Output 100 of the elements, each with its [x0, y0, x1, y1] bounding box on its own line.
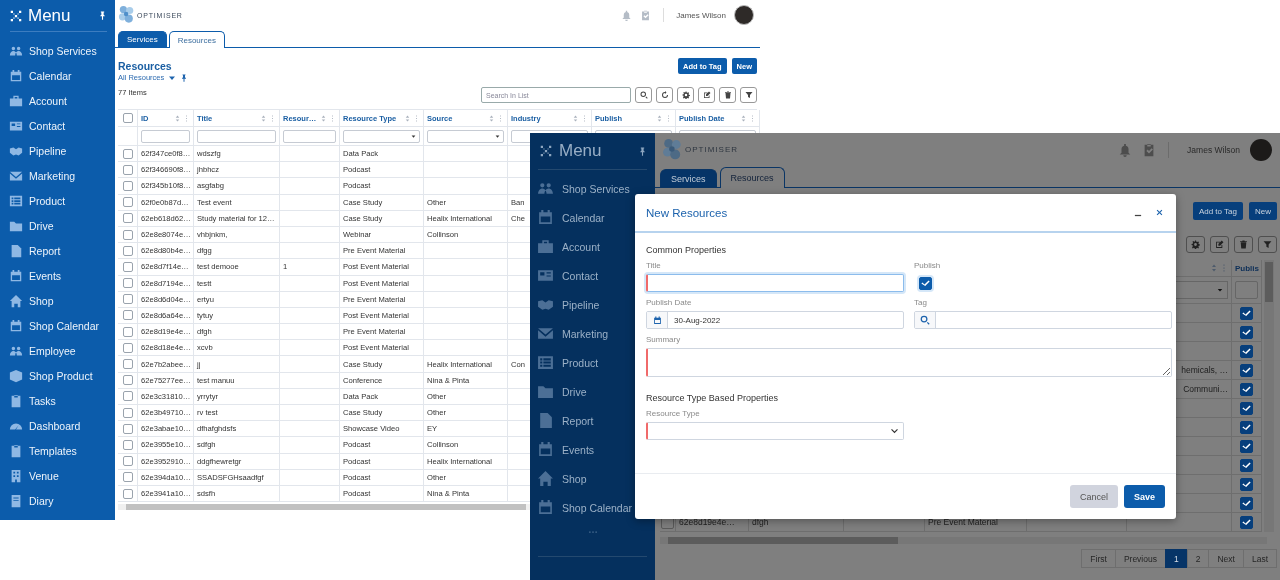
title-field[interactable]	[646, 274, 904, 292]
column-menu-icon[interactable]	[665, 114, 672, 122]
sidebar-item[interactable]: Marketing	[0, 163, 115, 188]
sidebar-item[interactable]: Calendar	[0, 63, 115, 88]
sort-icon[interactable]	[572, 114, 579, 122]
bell-icon[interactable]	[621, 9, 633, 21]
column-menu-icon[interactable]	[749, 114, 756, 122]
sidebar-item[interactable]: Shop Services	[0, 38, 115, 63]
pagination-button[interactable]: Previous	[1114, 549, 1166, 568]
new-button[interactable]: New	[1249, 202, 1277, 220]
pin-icon[interactable]	[98, 11, 107, 20]
row-checkbox[interactable]	[122, 326, 133, 337]
resource-type-dropdown[interactable]	[646, 422, 904, 440]
row-checkbox[interactable]	[122, 342, 133, 353]
edit-button[interactable]	[1210, 236, 1229, 253]
search-button[interactable]	[635, 87, 652, 103]
publish-checkbox[interactable]	[1240, 325, 1253, 339]
sort-icon[interactable]	[404, 114, 411, 122]
row-checkbox[interactable]	[122, 407, 133, 418]
sidebar-item[interactable]: Tasks	[0, 388, 115, 413]
publish-checkbox[interactable]	[919, 277, 932, 290]
pin-icon[interactable]	[638, 146, 647, 156]
sidebar-item[interactable]: Events	[0, 263, 115, 288]
pagination-button[interactable]: First	[1081, 549, 1116, 568]
row-checkbox[interactable]	[122, 423, 133, 434]
publish-checkbox[interactable]	[1240, 515, 1253, 529]
filter-field[interactable]	[1235, 281, 1258, 299]
publish-checkbox[interactable]	[1240, 344, 1253, 358]
sort-icon[interactable]	[740, 114, 747, 122]
sidebar-item[interactable]: Contact	[0, 113, 115, 138]
pagination-button[interactable]: Last	[1242, 549, 1277, 568]
row-checkbox[interactable]	[122, 164, 133, 175]
column-menu-icon[interactable]	[183, 114, 190, 122]
tab[interactable]: Services	[660, 169, 717, 187]
row-checkbox[interactable]	[122, 148, 133, 159]
clipboard-check-icon[interactable]	[640, 9, 652, 21]
column-menu-icon[interactable]	[329, 114, 336, 122]
sort-icon[interactable]	[656, 114, 663, 122]
sidebar-item[interactable]: Report	[0, 238, 115, 263]
sidebar-item[interactable]: Venue	[0, 463, 115, 488]
tag-search-field[interactable]	[914, 311, 1172, 329]
summary-field[interactable]	[646, 348, 1172, 377]
publish-checkbox[interactable]	[1240, 363, 1253, 377]
row-checkbox[interactable]	[122, 391, 133, 402]
column-menu-icon[interactable]	[269, 114, 276, 122]
column-menu-icon[interactable]	[413, 114, 420, 122]
publish-checkbox[interactable]	[1240, 401, 1253, 415]
filter-button[interactable]	[740, 87, 757, 103]
sort-icon[interactable]	[488, 114, 495, 122]
sidebar-item[interactable]: Pipeline	[0, 138, 115, 163]
sidebar-item[interactable]: Dashboard	[0, 413, 115, 438]
row-checkbox[interactable]	[122, 456, 133, 467]
row-checkbox[interactable]	[122, 261, 133, 272]
sidebar-item[interactable]: Shop	[530, 464, 655, 493]
tab[interactable]: Services	[118, 31, 167, 47]
cancel-button[interactable]: Cancel	[1069, 485, 1118, 508]
add-to-tag-button[interactable]: Add to Tag	[1192, 202, 1243, 220]
tab[interactable]: Resources	[168, 31, 225, 48]
row-checkbox[interactable]	[122, 439, 133, 450]
avatar[interactable]	[734, 5, 754, 25]
refresh-button[interactable]	[656, 87, 673, 103]
sidebar-item[interactable]: Product	[0, 188, 115, 213]
row-checkbox[interactable]	[122, 375, 133, 386]
column-header[interactable]: Publis	[1232, 260, 1262, 277]
sort-icon[interactable]	[260, 114, 267, 122]
sidebar-item[interactable]: Events	[530, 435, 655, 464]
sidebar-item[interactable]: Shop Calendar	[0, 313, 115, 338]
pagination-button[interactable]: Next	[1208, 549, 1244, 568]
sidebar-item[interactable]: Shop	[0, 288, 115, 313]
publish-checkbox[interactable]	[1240, 439, 1253, 453]
row-checkbox[interactable]	[122, 472, 133, 483]
sort-icon[interactable]	[1210, 264, 1218, 272]
sidebar-item[interactable]: Diary	[0, 488, 115, 513]
publish-checkbox[interactable]	[1240, 458, 1253, 472]
pagination-button[interactable]: 1	[1164, 549, 1188, 568]
select-all-checkbox[interactable]	[122, 113, 133, 123]
sidebar-item[interactable]: Shop Calendar	[530, 493, 655, 522]
sidebar-item[interactable]: Shop Product	[0, 363, 115, 388]
sidebar-item[interactable]: Templates	[0, 438, 115, 463]
horizontal-scrollbar[interactable]	[660, 537, 1267, 544]
publish-checkbox[interactable]	[1240, 306, 1253, 320]
column-menu-icon[interactable]	[497, 114, 504, 122]
sidebar-item[interactable]: Employee	[0, 338, 115, 363]
publish-checkbox[interactable]	[1240, 477, 1253, 491]
row-checkbox[interactable]	[122, 180, 133, 191]
filter-button[interactable]	[1258, 236, 1277, 253]
delete-button[interactable]	[1234, 236, 1253, 253]
sort-icon[interactable]	[174, 114, 181, 122]
tab[interactable]: Resources	[719, 167, 785, 188]
row-checkbox[interactable]	[122, 294, 133, 305]
row-checkbox[interactable]	[122, 245, 133, 256]
row-checkbox[interactable]	[122, 359, 133, 370]
save-button[interactable]: Save	[1123, 485, 1165, 508]
vertical-scrollbar[interactable]	[1264, 260, 1274, 532]
date-field[interactable]: 30-Aug-2022	[646, 311, 904, 329]
row-checkbox[interactable]	[122, 310, 133, 321]
edit-button[interactable]	[698, 87, 715, 103]
close-icon[interactable]	[1155, 208, 1164, 217]
row-checkbox[interactable]	[122, 213, 133, 224]
row-checkbox[interactable]	[122, 278, 133, 289]
